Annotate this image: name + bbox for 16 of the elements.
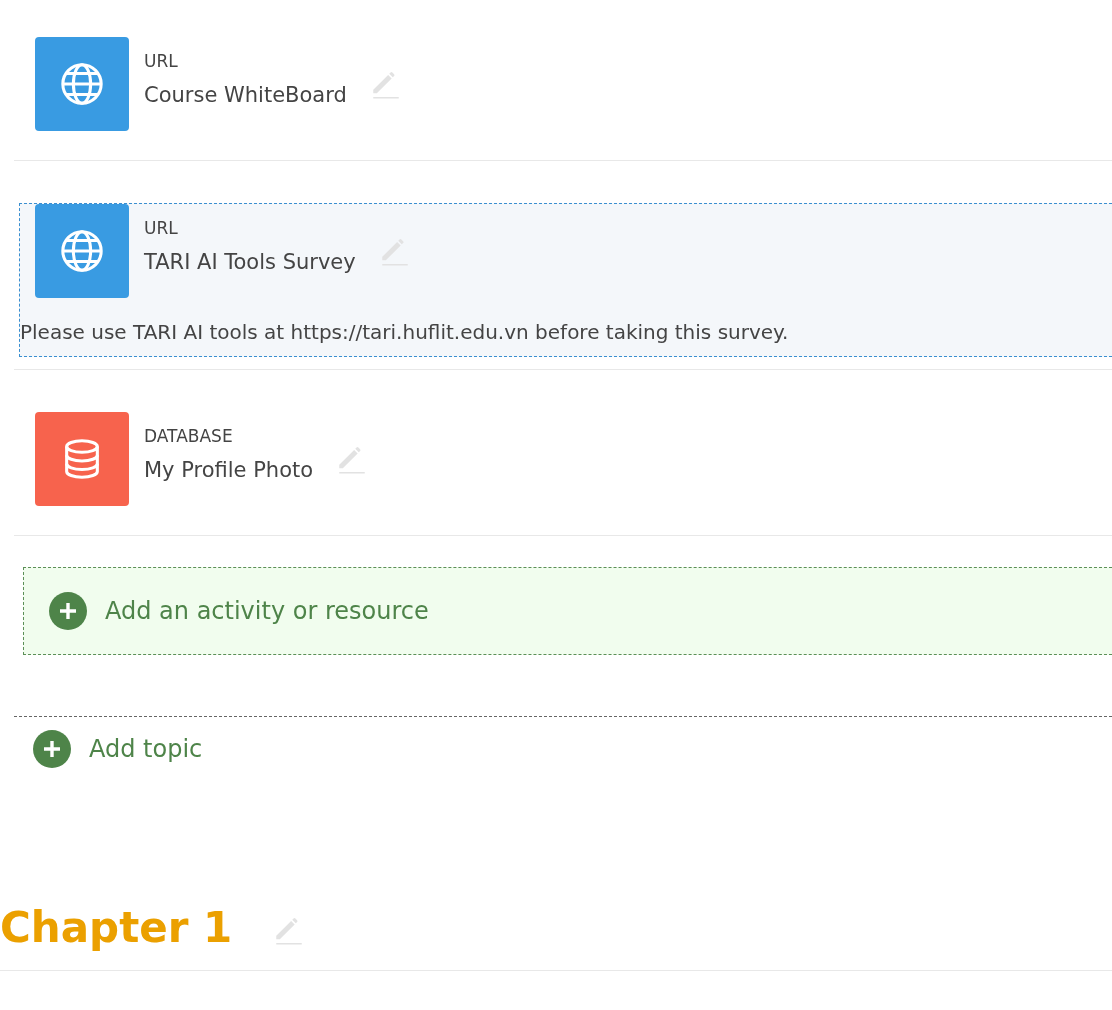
activity-type: URL [144, 51, 179, 71]
section-title: Chapter 1 [0, 903, 233, 952]
activity-type: DATABASE [144, 426, 234, 446]
activity-link[interactable]: My Profile Photo [144, 458, 314, 482]
database-icon [35, 412, 129, 506]
globe-icon [35, 37, 129, 131]
activity-link[interactable]: TARI AI Tools Survey [144, 250, 356, 274]
add-topic-button[interactable]: Add topic [33, 730, 1112, 768]
activity-description: Please use TARI AI tools at https://tari.huflit.edu.vn before taking this survey. [20, 320, 790, 344]
activity-link[interactable]: Course WhiteBoard [144, 83, 347, 107]
add-activity-label: Add an activity or resource [105, 597, 429, 625]
plus-icon [49, 592, 87, 630]
plus-icon [33, 730, 71, 768]
add-activity-button[interactable]: Add an activity or resource [23, 567, 1112, 655]
activity-type: URL [144, 218, 179, 238]
add-topic-label: Add topic [89, 735, 203, 763]
